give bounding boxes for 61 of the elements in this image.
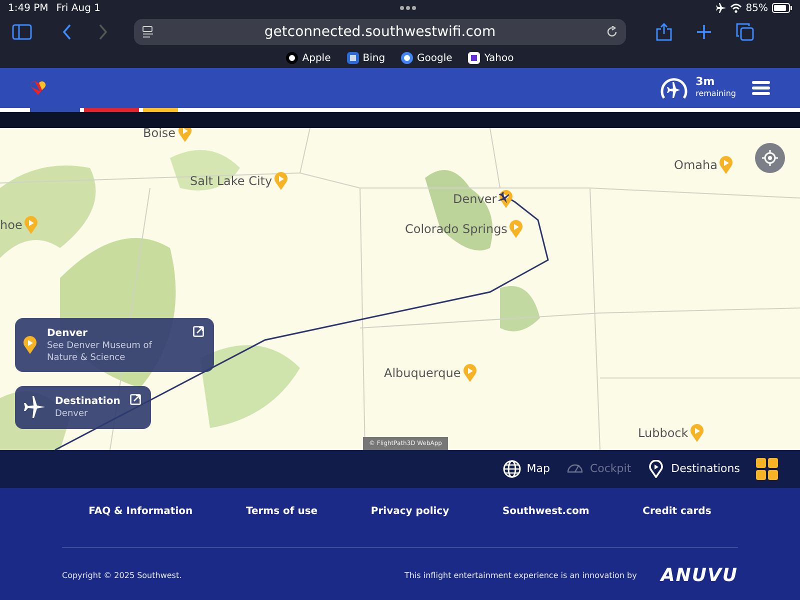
more-dots-icon[interactable] xyxy=(400,6,416,10)
credit-text: This inflight entertainment experience is an innovation by xyxy=(404,570,637,582)
bookmark-icon xyxy=(468,52,480,64)
share-icon[interactable] xyxy=(656,23,672,41)
bookmark-link[interactable]: Yahoo xyxy=(468,50,514,66)
remaining-label: remaining xyxy=(696,88,736,100)
city-label: Albuquerque xyxy=(384,365,461,382)
menu-icon[interactable] xyxy=(752,80,770,96)
footer-link[interactable]: Privacy policy xyxy=(370,504,450,519)
reader-icon[interactable] xyxy=(142,26,154,38)
footer-link[interactable]: Terms of use xyxy=(246,504,318,519)
wifi-icon xyxy=(730,3,742,13)
remaining-time: 3m xyxy=(696,76,716,88)
bookmark-icon xyxy=(401,52,414,64)
nav-tab[interactable]: Destinations xyxy=(647,460,740,478)
flight-gauge-icon xyxy=(660,76,688,100)
footer-link[interactable]: Credit cards xyxy=(642,504,712,519)
city-label: hoe xyxy=(0,217,22,234)
destination-card[interactable]: Denver See Denver Museum of Nature & Science xyxy=(15,318,214,372)
copyright-text: Copyright © 2025 Southwest. xyxy=(62,570,182,582)
anuvu-logo[interactable]: ANUVU xyxy=(660,562,738,589)
bookmark-icon xyxy=(286,52,298,64)
back-icon[interactable] xyxy=(62,24,72,40)
battery-icon xyxy=(772,3,792,13)
city-label: Lubbock xyxy=(638,425,688,442)
status-date: Fri Aug 1 xyxy=(56,2,100,16)
card-subtitle: See Denver Museum of Nature & Science xyxy=(47,341,153,364)
bookmark-link[interactable]: Apple xyxy=(286,50,331,66)
destinations-icon xyxy=(647,460,666,478)
map-pin-icon xyxy=(23,336,37,354)
footer-link[interactable]: Southwest.com xyxy=(502,504,590,519)
destination-card[interactable]: Destination Denver xyxy=(15,386,152,429)
apps-grid-icon[interactable] xyxy=(756,458,778,480)
battery-percent: 85% xyxy=(746,2,768,16)
external-link-icon[interactable] xyxy=(130,394,142,405)
airplane-icon xyxy=(23,396,45,418)
plus-icon[interactable] xyxy=(696,24,712,40)
card-subtitle: Denver xyxy=(55,409,89,421)
bookmark-link[interactable]: Bing xyxy=(346,50,386,66)
url-text: getconnected.southwestwifi.com xyxy=(264,22,496,42)
external-link-icon[interactable] xyxy=(193,326,204,337)
bookmark-icon xyxy=(346,52,359,64)
city-label: Salt Lake City xyxy=(190,173,272,190)
map-icon xyxy=(502,460,521,478)
crosshair-icon xyxy=(762,150,778,166)
sidebar-icon[interactable] xyxy=(12,24,32,40)
heart-logo-icon[interactable] xyxy=(30,81,46,95)
card-title: Denver xyxy=(47,327,88,341)
airplane-marker-icon xyxy=(498,192,510,204)
airplane-icon xyxy=(716,3,726,13)
reload-icon[interactable] xyxy=(606,26,618,38)
city-label: Omaha xyxy=(674,157,718,174)
bookmark-link[interactable]: Google xyxy=(401,50,452,66)
city-label: Boise xyxy=(143,128,176,142)
address-bar[interactable]: getconnected.southwestwifi.com xyxy=(134,19,626,45)
tabs-icon[interactable] xyxy=(736,23,754,41)
footer-link[interactable]: FAQ & Information xyxy=(88,504,193,519)
nav-tab[interactable]: Map xyxy=(502,460,550,478)
card-title: Destination xyxy=(55,395,120,409)
locate-button[interactable] xyxy=(755,143,785,173)
status-time: 1:49 PM xyxy=(8,2,48,16)
